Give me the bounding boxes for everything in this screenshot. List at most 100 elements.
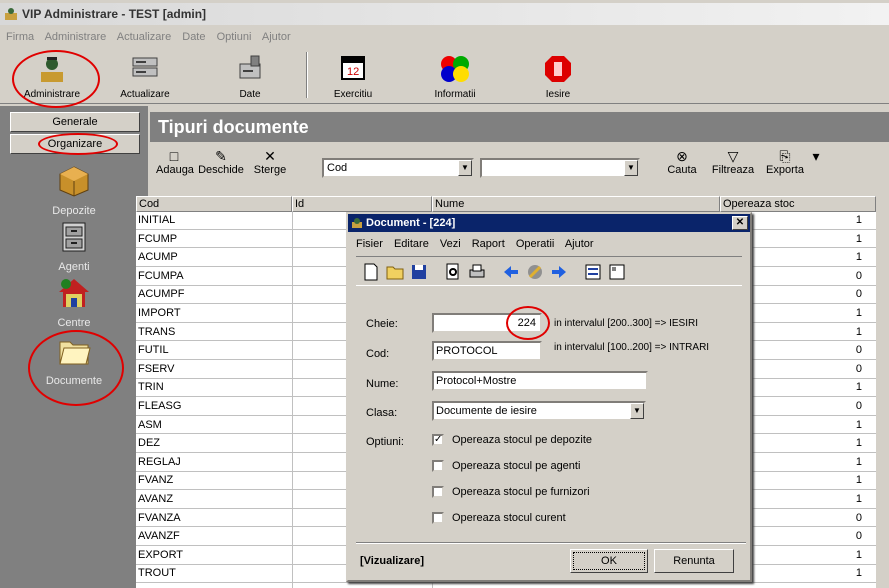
print-icon[interactable] [468,263,486,281]
cell-opereaza-stoc: 1 [855,232,862,245]
date-button[interactable]: Date [220,50,280,102]
option-checkbox-curent[interactable]: Opereaza stocul curent [432,512,566,525]
cauta-button[interactable]: ⊗ Cauta [662,148,702,176]
new-icon: □ [169,148,179,164]
more-options-button[interactable]: ▾ [810,148,822,164]
chevron-down-icon: ▾ [812,148,820,164]
menu-administrare[interactable]: Administrare [45,31,107,43]
column-header-opereaza-stoc[interactable]: Opereaza stoc [720,196,876,212]
cell-opereaza-stoc: 1 [855,455,862,468]
sidebar-item-depozite[interactable]: Depozite [0,164,148,217]
close-button[interactable]: ✕ [732,216,748,230]
sterge-button[interactable]: ✕ Sterge [252,148,288,176]
cell-cod: IMPORT [138,307,181,319]
chevron-down-icon[interactable]: ▼ [458,160,472,176]
cell-opereaza-stoc: 0 [855,269,862,282]
page-title: Tipuri documente [150,112,889,142]
delete-icon: ✕ [264,148,276,164]
cod-input[interactable]: PROTOCOL [432,341,542,361]
properties-icon[interactable] [608,263,626,281]
cell-opereaza-stoc: 0 [855,344,862,357]
cell-cod: AVANZ [138,493,174,505]
dialog-toolbar [356,256,742,286]
menu-optiuni[interactable]: Optiuni [217,31,252,43]
list-icon[interactable] [584,263,602,281]
preview-icon[interactable] [444,263,462,281]
column-header-id[interactable]: Id [292,196,432,212]
sidebar-item-agenti[interactable]: Agenti [0,220,148,273]
cell-opereaza-stoc: 0 [855,362,862,375]
dialog-title-bar: Document - [224] ✕ [348,214,750,232]
main-window: VIP Administrare - TEST [admin] Firma Ad… [0,0,889,588]
cheie-label: Cheie: [366,318,398,330]
tab-generale[interactable]: Generale [10,112,140,132]
checkbox-checked-icon[interactable]: ✓ [432,434,444,447]
computer-icon [239,55,261,79]
open-folder-icon[interactable] [386,263,404,281]
dialog-menu-fisier[interactable]: Fisier [356,238,383,250]
cell-cod: TROUT [138,567,176,580]
clasa-select[interactable]: Documente de iesire ▼ [432,401,646,421]
iesire-button[interactable]: Iesire [528,50,588,102]
cell-cod: DEZ [138,437,160,450]
menu-actualizare[interactable]: Actualizare [117,31,171,43]
cell-cod: FLEASG [138,400,182,412]
close-icon: ✕ [735,217,745,228]
cell-opereaza-stoc: 0 [855,288,862,301]
dialog-menu-operatii[interactable]: Operatii [516,238,555,250]
cell-cod: ACUMPF [138,288,185,301]
option-checkbox-furnizori[interactable]: Opereaza stocul pe furnizori [432,486,590,499]
column-header-cod[interactable]: Cod [136,196,292,212]
chevron-down-icon[interactable]: ▼ [630,403,644,419]
document-dialog: Document - [224] ✕ Fisier Editare Vezi R… [346,212,752,582]
dialog-menu-editare[interactable]: Editare [394,238,429,250]
save-icon[interactable] [410,263,428,281]
cell-opereaza-stoc: 1 [855,437,862,450]
exercitiu-button[interactable]: 12 Exercitiu [318,50,388,102]
actualizare-button[interactable]: Actualizare [110,50,180,102]
renunta-button[interactable]: Renunta [654,549,734,573]
dialog-menu-raport[interactable]: Raport [472,238,505,250]
cell-cod: TRANS [138,325,176,338]
new-document-icon[interactable] [362,263,380,281]
checkbox-icon[interactable] [432,512,444,525]
cell-opereaza-stoc: 0 [855,530,862,543]
informatii-button[interactable]: Informatii [420,50,490,102]
dialog-menu-vezi[interactable]: Vezi [440,238,461,250]
arrow-left-icon[interactable] [502,263,520,281]
cell-cod: ACUMP [138,251,178,264]
adauga-button[interactable]: □ Adauga [156,148,194,176]
cell-opereaza-stoc: 1 [855,474,862,487]
stop-icon [545,56,571,82]
chevron-down-icon[interactable]: ▼ [624,160,638,176]
option-checkbox-agenti[interactable]: Opereaza stocul pe agenti [432,460,580,473]
optiuni-label: Optiuni: [366,436,404,448]
filter-value-select[interactable]: ▼ [480,158,640,178]
calendar-icon: 12 [341,56,365,80]
cell-cod: FCUMPA [138,269,184,282]
menu-ajutor[interactable]: Ajutor [262,31,291,43]
filter-field-select[interactable]: Cod ▼ [322,158,474,178]
cell-opereaza-stoc: 1 [855,325,862,338]
menu-date[interactable]: Date [182,31,205,43]
checkbox-icon[interactable] [432,460,444,473]
main-toolbar: Administrare Actualizare Date 12 Exercit… [0,48,889,104]
tools-icon[interactable] [526,263,544,281]
box-icon [59,166,89,197]
dialog-menu-ajutor[interactable]: Ajutor [565,238,594,250]
nume-input[interactable]: Protocol+Mostre [432,371,648,391]
deschide-button[interactable]: ✎ Deschide [196,148,246,176]
filtreaza-button[interactable]: ▽ Filtreaza [708,148,758,176]
cod-label: Cod: [366,348,390,360]
cell-cod: ASM [138,418,162,431]
option-checkbox-depozite[interactable]: ✓ Opereaza stocul pe depozite [432,434,592,447]
ok-button[interactable]: OK [570,549,648,573]
menu-firma[interactable]: Firma [6,31,34,43]
column-header-nume[interactable]: Nume [432,196,720,212]
sidebar-item-centre[interactable]: Centre [0,276,148,329]
export-icon: ⎘ [779,148,791,164]
checkbox-icon[interactable] [432,486,444,499]
dialog-title: Document - [224] [366,217,456,229]
arrow-right-icon[interactable] [550,263,568,281]
exporta-button[interactable]: ⎘ Exporta [762,148,808,176]
